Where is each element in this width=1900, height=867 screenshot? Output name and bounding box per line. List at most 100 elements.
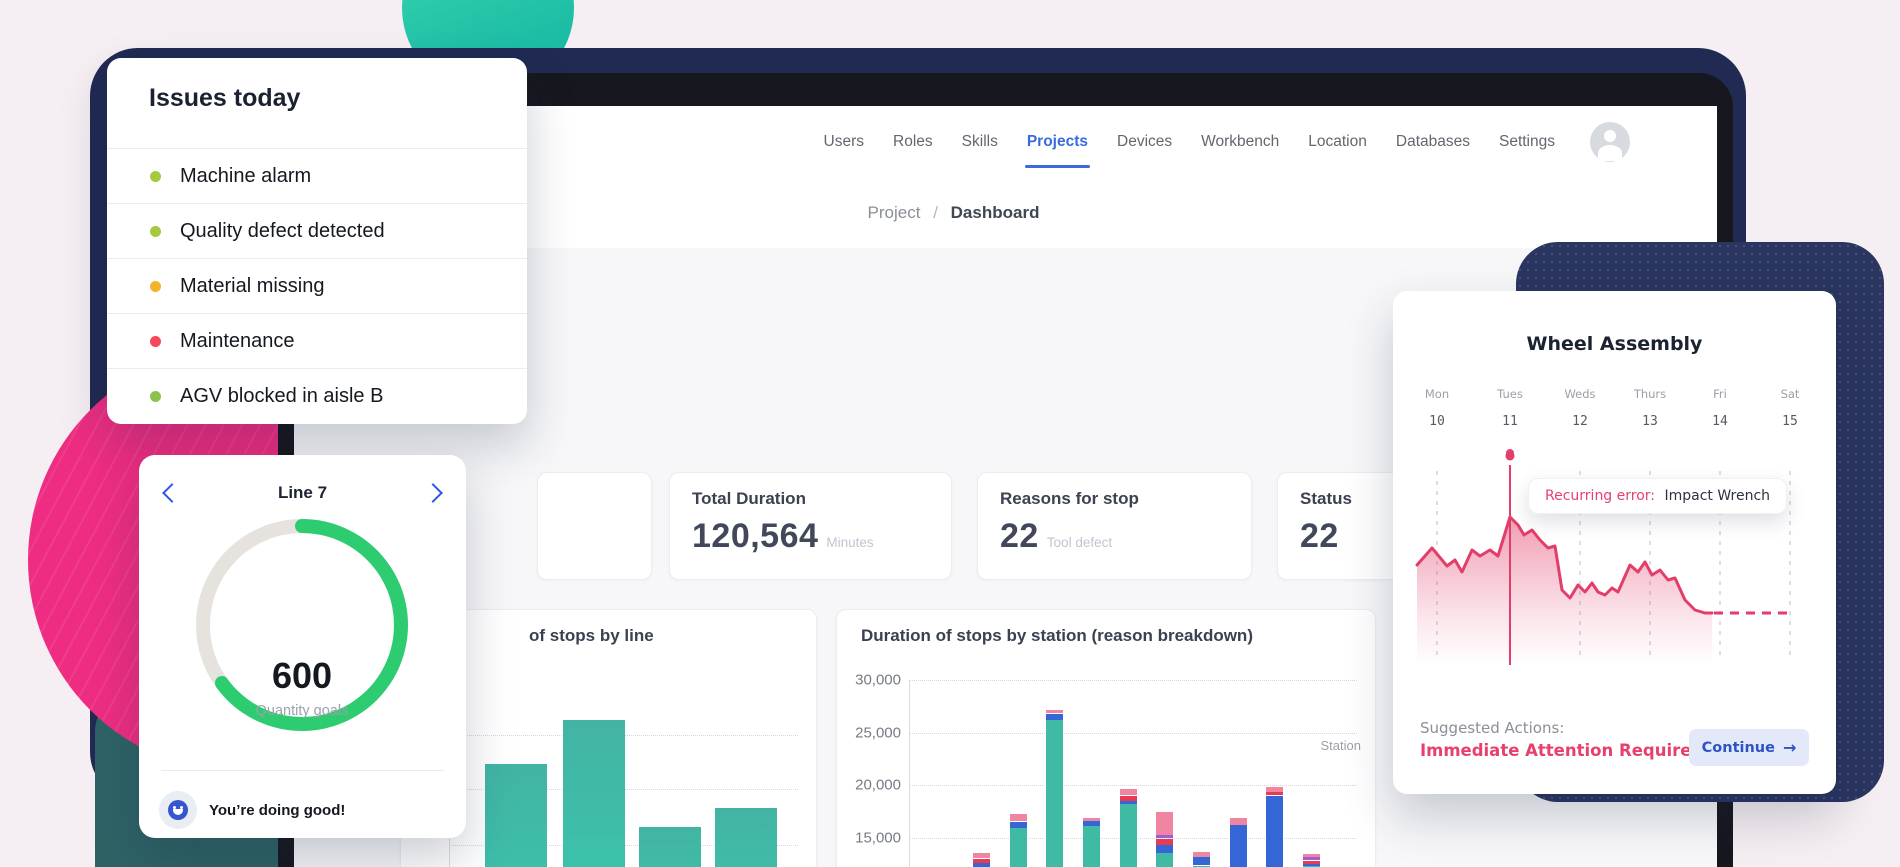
issue-row[interactable]: Maintenance [107, 313, 527, 368]
duration-by-station-title: Duration of stops by station (reason bre… [861, 626, 1253, 645]
wheel-assembly-card: Wheel Assembly Mon 10 Tues 11 Weds 12 Thurs 13 F… [1393, 291, 1836, 794]
continue-button[interactable]: Continue → [1689, 729, 1809, 766]
bar-segment-pink[interactable] [1083, 817, 1101, 821]
issue-row[interactable]: AGV blocked in aisle B [107, 368, 527, 423]
user-avatar[interactable] [1590, 122, 1630, 162]
tooltip-label: Recurring error: [1545, 488, 1656, 504]
stat-card-total-duration: Total Duration 120,564 Minutes [669, 472, 952, 580]
recurring-error-tooltip: Recurring error: Impact Wrench [1528, 478, 1788, 514]
bar[interactable] [485, 764, 547, 867]
issue-label: Machine alarm [180, 164, 312, 187]
day-column-thurs[interactable]: Thurs 13 [1618, 387, 1682, 429]
bar[interactable] [715, 808, 777, 867]
bar-segment-blue[interactable] [1083, 820, 1101, 826]
bar-segment-pink[interactable] [1303, 854, 1320, 858]
day-column-sat[interactable]: Sat 15 [1758, 387, 1822, 429]
nav-item-location[interactable]: Location [1308, 133, 1367, 151]
bar[interactable] [639, 827, 701, 867]
nav-item-users[interactable]: Users [824, 133, 864, 151]
bar-segment-teal[interactable] [1046, 719, 1064, 867]
stat-card-unit: Tool defect [1046, 535, 1113, 550]
bar-segment-pink[interactable] [1156, 812, 1174, 836]
bar-segment-blue[interactable] [1046, 713, 1064, 720]
attention-required-text: Immediate Attention Required [1420, 741, 1704, 760]
stat-card-label: Total Duration [692, 489, 806, 508]
issue-row[interactable]: Machine alarm [107, 148, 527, 203]
stops-by-line-title: of stops by line [529, 626, 654, 645]
nav-item-databases[interactable]: Databases [1396, 133, 1470, 151]
bar-segment-red[interactable] [1156, 838, 1174, 845]
issue-row[interactable]: Quality defect detected [107, 203, 527, 258]
day-name: Weds [1564, 387, 1596, 401]
bar-segment-purple[interactable] [1303, 857, 1320, 861]
bar-segment-red[interactable] [1119, 795, 1137, 801]
stat-card-value-row: 120,564 Minutes [692, 517, 874, 556]
bar-segment-blue[interactable] [1303, 863, 1320, 866]
bar-segment-teal[interactable] [1083, 825, 1101, 867]
smiley-icon [168, 800, 188, 820]
gridline [909, 785, 1357, 786]
gridline [909, 680, 1357, 681]
issue-row[interactable]: Material missing [107, 258, 527, 313]
issue-label: Quality defect detected [180, 219, 385, 242]
bar-segment-blue[interactable] [973, 862, 991, 867]
day-column-mon[interactable]: Mon 10 [1405, 387, 1469, 429]
status-dot-icon [150, 335, 161, 347]
issue-label: AGV blocked in aisle B [180, 384, 384, 407]
wheel-assembly-title: Wheel Assembly [1526, 333, 1703, 355]
day-date: 15 [1782, 414, 1798, 429]
nav-item-settings[interactable]: Settings [1499, 133, 1555, 151]
bar-segment-pink[interactable] [973, 853, 991, 859]
nav-item-devices[interactable]: Devices [1117, 133, 1172, 151]
day-date: 13 [1642, 414, 1658, 429]
status-dot-icon [150, 170, 161, 182]
bar-segment-blue[interactable] [1119, 800, 1137, 804]
stat-card-label: Reasons for stop [1000, 489, 1139, 508]
status-dot-icon [150, 390, 161, 402]
stat-card-value: 22 [1000, 517, 1039, 555]
issues-today-card: Issues today Machine alarm Quality defect… [107, 58, 527, 424]
bar-segment-red[interactable] [1303, 860, 1320, 864]
nav-item-workbench[interactable]: Workbench [1201, 133, 1279, 151]
continue-button-label: Continue [1701, 739, 1775, 756]
bar-segment-pink[interactable] [1193, 852, 1211, 858]
day-name: Mon [1424, 387, 1450, 401]
stat-card-value: 22 [1300, 517, 1339, 555]
bar-segment-teal[interactable] [1119, 803, 1137, 867]
day-column-fri[interactable]: Fri 14 [1688, 387, 1752, 429]
issue-label: Material missing [180, 274, 325, 297]
bar-segment-red[interactable] [973, 858, 991, 863]
bar-segment-pink[interactable] [1266, 787, 1284, 793]
bar-segment-blue[interactable] [1266, 795, 1284, 867]
bar-segment-pink[interactable] [1229, 817, 1247, 825]
bar-segment-red[interactable] [1266, 792, 1284, 796]
bar-segment-blue[interactable] [1009, 821, 1027, 828]
bar-segment-teal[interactable] [1156, 853, 1174, 867]
y-axis-tick: 20,000 [855, 776, 901, 794]
bar-segment-pink[interactable] [1119, 789, 1137, 796]
bar-segment-pink[interactable] [1046, 710, 1064, 714]
day-date: 14 [1712, 414, 1728, 429]
breadcrumb-page: Dashboard [950, 203, 1040, 222]
day-column-tues[interactable]: Tues 11 [1478, 387, 1542, 429]
bar[interactable] [563, 720, 625, 867]
day-name: Fri [1713, 387, 1727, 401]
bar-segment-blue[interactable] [1193, 857, 1211, 866]
nav-item-projects[interactable]: Projects [1024, 133, 1091, 168]
day-column-weds[interactable]: Weds 12 [1548, 387, 1612, 429]
breadcrumb-section[interactable]: Project [868, 203, 921, 222]
quantity-goal-caption: Quantity goals [255, 703, 349, 719]
encouragement-message: You’re doing good! [209, 801, 346, 819]
tooltip-value: Impact Wrench [1664, 488, 1771, 504]
y-axis-tick: 25,000 [855, 724, 901, 741]
bar-segment-blue[interactable] [1229, 824, 1247, 867]
stat-card-label: Status [1300, 489, 1352, 508]
bar-segment-pink[interactable] [1009, 814, 1027, 822]
gridline [909, 732, 1357, 734]
bar-segment-blue[interactable] [1156, 844, 1174, 853]
bar-segment-purple[interactable] [1156, 835, 1174, 839]
day-date: 12 [1572, 414, 1588, 429]
nav-item-skills[interactable]: Skills [962, 133, 998, 151]
nav-item-roles[interactable]: Roles [893, 133, 933, 151]
bar-segment-teal[interactable] [1009, 828, 1027, 867]
